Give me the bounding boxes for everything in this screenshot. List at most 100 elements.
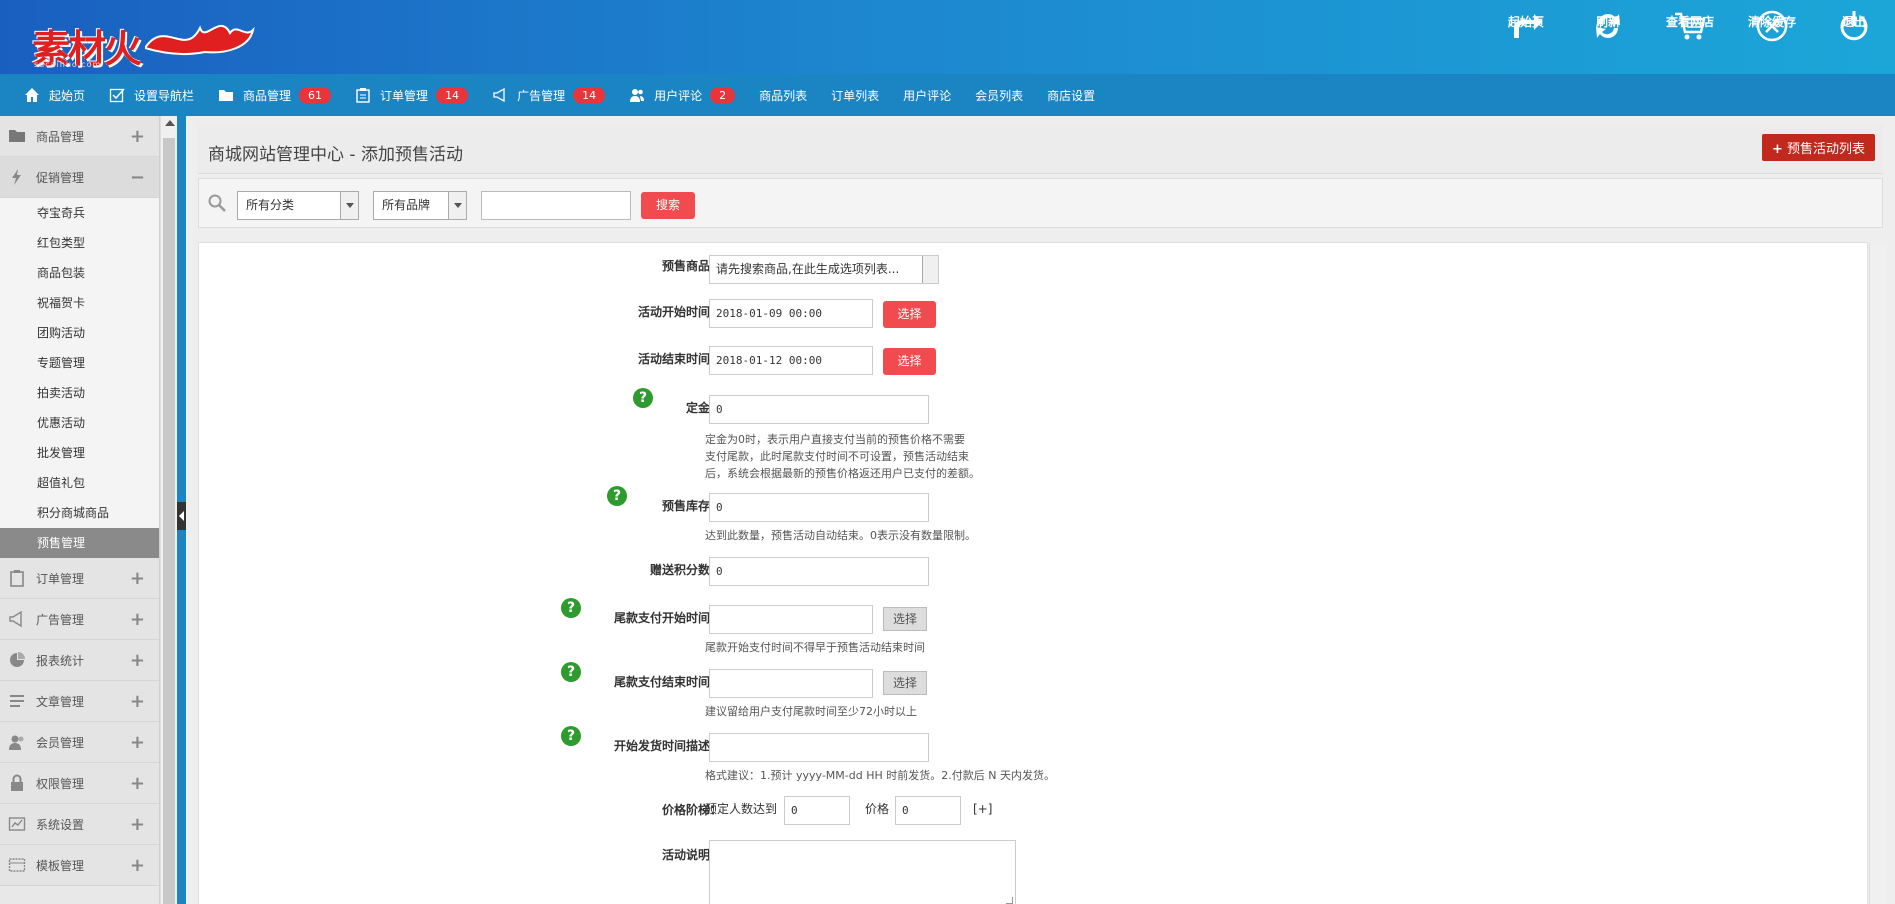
- logout-button[interactable]: 退出: [1813, 0, 1895, 74]
- sidebar-group-system[interactable]: 系统设置 +: [0, 804, 159, 845]
- sidebar-item[interactable]: 夺宝奇兵: [0, 198, 159, 228]
- sidebar-item[interactable]: 积分商城商品: [0, 498, 159, 528]
- nav-ad-manage[interactable]: 广告管理 14: [492, 74, 606, 116]
- sidebar-item[interactable]: 祝福贺卡: [0, 288, 159, 318]
- balance-start-select-button[interactable]: 选择: [883, 607, 927, 631]
- sidebar-group-ads[interactable]: 广告管理 +: [0, 599, 159, 640]
- expand-icon[interactable]: +: [130, 126, 145, 147]
- sidebar-scrollbar[interactable]: [160, 116, 177, 904]
- sidebar-item[interactable]: 专题管理: [0, 348, 159, 378]
- expand-icon[interactable]: +: [130, 609, 145, 630]
- end-time-input[interactable]: 2018-01-12 00:00: [709, 346, 873, 375]
- sidebar-item[interactable]: 团购活动: [0, 318, 159, 348]
- nav-goods-list[interactable]: 商品列表: [759, 74, 807, 116]
- sidebar-group-templates[interactable]: 模板管理 +: [0, 845, 159, 886]
- sidebar-group-promotion[interactable]: 促销管理 −: [0, 157, 159, 198]
- presale-list-button[interactable]: + 预售活动列表: [1761, 134, 1875, 161]
- start-time-input[interactable]: 2018-01-09 00:00: [709, 299, 873, 328]
- sidebar-item[interactable]: 批发管理: [0, 438, 159, 468]
- expand-icon[interactable]: +: [130, 814, 145, 835]
- expand-icon[interactable]: +: [130, 773, 145, 794]
- nav-shop-settings[interactable]: 商店设置: [1047, 74, 1095, 116]
- help-icon[interactable]: ?: [607, 486, 627, 506]
- checkbox-edit-icon: [109, 88, 125, 103]
- clear-cache-label: 清除缓存: [1747, 15, 1796, 29]
- expand-icon[interactable]: +: [130, 650, 145, 671]
- expand-icon[interactable]: +: [130, 855, 145, 876]
- refresh-button[interactable]: 刷新: [1567, 0, 1649, 74]
- expand-icon[interactable]: +: [130, 732, 145, 753]
- start-time-select-button[interactable]: 选择: [883, 301, 936, 328]
- nav-goods-manage[interactable]: 商品管理 61: [218, 74, 332, 116]
- comment-count-badge: 2: [710, 86, 736, 104]
- page-header: 商城网站管理中心 - 添加预售活动 + 预售活动列表: [198, 124, 1883, 174]
- sidebar-item[interactable]: 超值礼包: [0, 468, 159, 498]
- note-line: 支付尾款，此时尾款支付时间不可设置，预售活动结束: [705, 450, 969, 463]
- ladder-people-input[interactable]: 0: [784, 796, 850, 825]
- goods-select[interactable]: 请先搜索商品,在此生成选项列表...: [709, 255, 939, 284]
- ship-desc-input[interactable]: [709, 733, 929, 762]
- sidebar-item-presale-active[interactable]: 预售管理: [0, 528, 159, 558]
- nav-label: 商品管理: [243, 88, 292, 103]
- end-time-select-button[interactable]: 选择: [883, 348, 936, 375]
- expand-icon[interactable]: +: [130, 691, 145, 712]
- nav-order-list[interactable]: 订单列表: [831, 74, 879, 116]
- page-title: 商城网站管理中心 - 添加预售活动: [208, 145, 463, 165]
- points-input[interactable]: 0: [709, 557, 929, 586]
- nav-user-comments[interactable]: 用户评论 2: [629, 74, 736, 116]
- sidebar-group-articles[interactable]: 文章管理 +: [0, 681, 159, 722]
- collapse-icon[interactable]: −: [130, 167, 145, 188]
- category-select[interactable]: 所有分类: [237, 191, 359, 220]
- brand-select[interactable]: 所有品牌: [373, 191, 467, 220]
- sidebar-group-members[interactable]: 会员管理 +: [0, 722, 159, 763]
- nav-setup-navbar[interactable]: 设置导航栏: [109, 74, 194, 116]
- balance-start-input[interactable]: [709, 605, 873, 634]
- keyword-input[interactable]: [481, 191, 631, 220]
- nav-member-list[interactable]: 会员列表: [975, 74, 1023, 116]
- sidebar: 商品管理 + 促销管理 − 夺宝奇兵 红包类型 商品包装 祝福贺卡 团购活动 专…: [0, 116, 160, 904]
- megaphone-icon: [493, 87, 505, 103]
- top-header: 素材火 sucaihuo.com 起始页 刷新 查看网店 清除缓存 退出: [0, 0, 1895, 74]
- sidebar-group-orders[interactable]: 订单管理 +: [0, 558, 159, 599]
- expand-icon[interactable]: +: [130, 568, 145, 589]
- presale-form: 预售商品： 请先搜索商品,在此生成选项列表... 活动开始时间： 2018-01…: [198, 242, 1868, 904]
- scroll-up-icon[interactable]: [165, 120, 175, 126]
- balance-end-select-button[interactable]: 选择: [883, 671, 927, 695]
- sidebar-group-permissions[interactable]: 权限管理 +: [0, 763, 159, 804]
- description-textarea[interactable]: [709, 840, 1016, 904]
- nav-user-comments-2[interactable]: 用户评论: [903, 74, 951, 116]
- users-icon: [9, 735, 24, 750]
- sidebar-group-reports[interactable]: 报表统计 +: [0, 640, 159, 681]
- users-icon: [630, 89, 645, 102]
- start-page-button[interactable]: 起始页: [1485, 0, 1567, 74]
- add-ladder-link[interactable]: [+]: [973, 801, 992, 818]
- sidebar-item[interactable]: 商品包装: [0, 258, 159, 288]
- nav-start-page[interactable]: 起始页: [24, 74, 85, 116]
- pie-chart-icon: [10, 652, 25, 667]
- sidebar-group-label: 商品管理: [36, 129, 85, 144]
- sidebar-item[interactable]: 红包类型: [0, 228, 159, 258]
- view-store-button[interactable]: 查看网店: [1649, 0, 1731, 74]
- help-icon[interactable]: ?: [561, 598, 581, 618]
- help-icon[interactable]: ?: [561, 726, 581, 746]
- main-scrollbar[interactable]: [1869, 243, 1887, 904]
- sidebar-group-label: 促销管理: [36, 170, 85, 185]
- search-button[interactable]: 搜索: [641, 192, 695, 219]
- stock-input[interactable]: 0: [709, 493, 929, 522]
- note-line: 后，系统会根据最新的预售价格返还用户已支付的差额。: [705, 467, 980, 480]
- clear-cache-button[interactable]: 清除缓存: [1731, 0, 1813, 74]
- deposit-input[interactable]: 0: [709, 395, 929, 424]
- nav-order-manage[interactable]: 订单管理 14: [355, 74, 469, 116]
- quick-nav-bar: 起始页 设置导航栏 商品管理 61 订单管理 14 广告管理 14 用户评论 2…: [0, 74, 1895, 116]
- balance-end-input[interactable]: [709, 669, 873, 698]
- sidebar-group-goods[interactable]: 商品管理 +: [0, 116, 159, 157]
- help-icon[interactable]: ?: [633, 388, 653, 408]
- sidebar-item[interactable]: 拍卖活动: [0, 378, 159, 408]
- site-logo[interactable]: 素材火 sucaihuo.com: [30, 8, 255, 72]
- sidebar-item[interactable]: 优惠活动: [0, 408, 159, 438]
- sidebar-scroll-thumb[interactable]: [163, 138, 175, 904]
- help-icon[interactable]: ?: [561, 662, 581, 682]
- ladder-people-label: 预定人数达到: [705, 802, 778, 816]
- ladder-price-input[interactable]: 0: [895, 796, 961, 825]
- start-page-label: 起始页: [1507, 15, 1544, 29]
